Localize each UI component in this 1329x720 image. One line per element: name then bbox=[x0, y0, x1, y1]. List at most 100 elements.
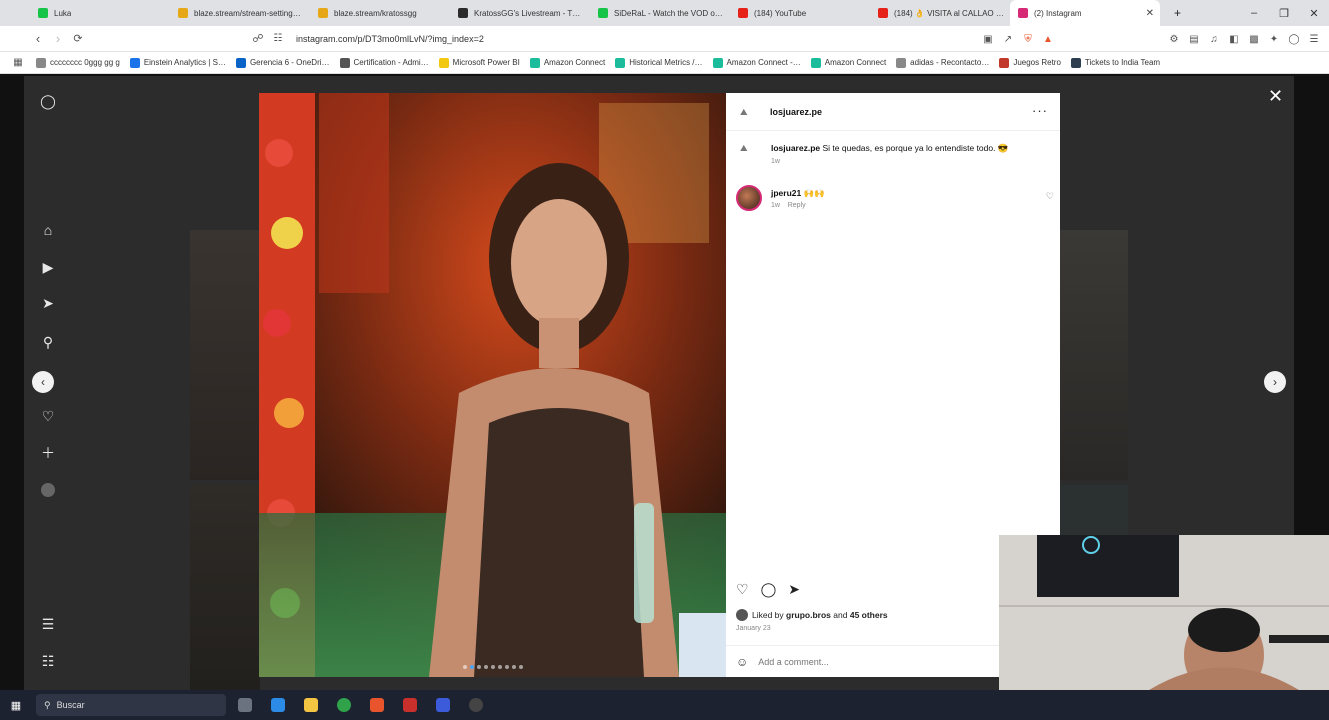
taskbar-search[interactable]: ⚲ Buscar bbox=[36, 694, 226, 716]
browser-tab[interactable]: blaze.stream/stream-settings/… bbox=[170, 0, 310, 26]
share-icon[interactable]: ↗ bbox=[1001, 32, 1015, 46]
app-icon[interactable] bbox=[396, 694, 424, 716]
carousel-dot[interactable] bbox=[497, 665, 502, 669]
app-icon[interactable] bbox=[429, 694, 457, 716]
tab-favicon-icon bbox=[738, 8, 748, 18]
notifications-icon[interactable]: ♡ bbox=[40, 408, 56, 424]
edge-icon[interactable] bbox=[264, 694, 292, 716]
post-image[interactable] bbox=[259, 93, 726, 677]
bookmark-item[interactable]: Microsoft Power BI bbox=[438, 57, 520, 68]
like-icon[interactable]: ♡ bbox=[736, 581, 749, 598]
task-view-icon[interactable] bbox=[231, 694, 259, 716]
next-post-icon[interactable]: › bbox=[1264, 371, 1286, 393]
caption-author[interactable]: losjuarez.pe bbox=[771, 143, 820, 153]
close-window-icon[interactable]: ✕ bbox=[1299, 7, 1329, 20]
tab-title: KratossGG's Livestream - The … bbox=[474, 8, 584, 18]
bookmark-item[interactable]: Tickets to India Team bbox=[1070, 57, 1160, 68]
carousel-dot[interactable] bbox=[476, 665, 481, 669]
apps-icon[interactable]: ▦ bbox=[0, 57, 36, 68]
reply-button[interactable]: Reply bbox=[788, 202, 806, 209]
comment-author[interactable]: jperu21 🙌🙌 bbox=[771, 188, 825, 199]
previous-post-icon[interactable]: ‹ bbox=[32, 371, 54, 393]
create-icon[interactable]: ＋ bbox=[40, 445, 56, 461]
background-post bbox=[1060, 230, 1128, 480]
rewards-icon[interactable]: ▲ bbox=[1041, 32, 1055, 46]
carousel-dot[interactable] bbox=[469, 665, 474, 669]
brave-shield-icon[interactable]: ⛨ bbox=[1021, 32, 1035, 46]
search-icon[interactable]: ⚲ bbox=[40, 334, 56, 350]
bookmark-icon[interactable]: ☍ bbox=[248, 32, 268, 45]
bookmark-item[interactable]: Gerencia 6 - OneDri… bbox=[235, 57, 330, 68]
bookmark-item[interactable]: Historical Metrics /… bbox=[615, 57, 703, 68]
comment-icon[interactable]: ◯ bbox=[761, 581, 777, 598]
carousel-dot[interactable] bbox=[511, 665, 516, 669]
browser-tab[interactable]: SiDeRaL - Watch the VOD on … bbox=[590, 0, 730, 26]
leo-icon[interactable]: ✦ bbox=[1267, 32, 1281, 46]
bookmark-item[interactable]: Juegos Retro bbox=[999, 57, 1061, 68]
comment-input[interactable] bbox=[758, 656, 979, 667]
avatar[interactable] bbox=[736, 185, 762, 211]
wallet-icon[interactable]: ▩ bbox=[1247, 32, 1261, 46]
bookmark-item[interactable]: Amazon Connect -… bbox=[712, 57, 801, 68]
reload-icon[interactable]: ⟳ bbox=[68, 32, 88, 45]
file-explorer-icon[interactable] bbox=[297, 694, 325, 716]
close-tab-icon[interactable]: ✕ bbox=[1140, 8, 1154, 19]
forward-icon[interactable]: › bbox=[48, 31, 68, 46]
browser-tab[interactable]: (184) YouTube bbox=[730, 0, 870, 26]
start-icon[interactable]: ▦ bbox=[0, 699, 32, 712]
bookmark-item[interactable]: Einstein Analytics | S… bbox=[129, 57, 226, 68]
account-logo-icon[interactable]: ⛰ bbox=[740, 107, 754, 117]
threads-icon[interactable]: ☷ bbox=[40, 653, 56, 669]
reels-icon[interactable]: ▶ bbox=[40, 259, 56, 275]
emoji-icon[interactable]: ☺ bbox=[736, 655, 748, 669]
carousel-dot[interactable] bbox=[490, 665, 495, 669]
extensions-icon[interactable]: ⚙ bbox=[1167, 32, 1181, 46]
new-tab-icon[interactable]: + bbox=[1174, 6, 1181, 20]
site-info-icon[interactable]: ☷ bbox=[268, 33, 288, 44]
browser-tab[interactable]: blaze.stream/kratossgg bbox=[310, 0, 450, 26]
tab-favicon-icon bbox=[598, 8, 608, 18]
post-header: ⛰ losjuarez.pe ··· bbox=[726, 93, 1060, 131]
carousel-dot[interactable] bbox=[518, 665, 523, 669]
close-post-icon[interactable]: ✕ bbox=[1268, 86, 1283, 107]
post-author[interactable]: losjuarez.pe bbox=[770, 107, 822, 117]
instagram-logo-icon[interactable]: ◯ bbox=[40, 93, 56, 109]
restore-icon[interactable]: ❐ bbox=[1269, 7, 1299, 20]
tab-favicon-icon bbox=[458, 8, 468, 18]
share-icon[interactable]: ➤ bbox=[788, 581, 800, 598]
vpn-icon[interactable]: ◯ bbox=[1287, 32, 1301, 46]
account-logo-icon[interactable]: ⛰ bbox=[740, 143, 754, 153]
sidebar-icon[interactable]: ▤ bbox=[1187, 32, 1201, 46]
browser-tab[interactable]: (2) Instagram ✕ bbox=[1010, 0, 1160, 26]
url-field[interactable]: instagram.com/p/DT3mo0mlLvN/?img_index=2 bbox=[296, 34, 484, 44]
more-options-icon[interactable]: ··· bbox=[1032, 103, 1048, 118]
post-date[interactable]: January 23 bbox=[736, 625, 771, 632]
more-menu-icon[interactable]: ☰ bbox=[40, 616, 56, 632]
browser-tab[interactable]: Luka bbox=[30, 0, 170, 26]
bookmark-item[interactable]: cccccccc 0ggg gg g bbox=[36, 57, 120, 68]
bookmark-item[interactable]: Certification - Admi… bbox=[339, 57, 429, 68]
carousel-dot[interactable] bbox=[483, 665, 488, 669]
cast-icon[interactable]: ▣ bbox=[981, 32, 995, 46]
panel-icon[interactable]: ◧ bbox=[1227, 32, 1241, 46]
browser-tab[interactable]: KratossGG's Livestream - The … bbox=[450, 0, 590, 26]
like-comment-icon[interactable]: ♡ bbox=[1046, 191, 1054, 202]
profile-avatar-icon[interactable] bbox=[40, 482, 56, 498]
chrome-icon[interactable] bbox=[330, 694, 358, 716]
brave-icon[interactable] bbox=[363, 694, 391, 716]
back-icon[interactable]: ‹ bbox=[28, 31, 48, 46]
minimize-icon[interactable]: – bbox=[1239, 7, 1269, 19]
bookmark-item[interactable]: adidas - Recontacto… bbox=[896, 57, 989, 68]
messages-icon[interactable]: ➤ bbox=[40, 295, 56, 311]
music-icon[interactable]: ♫ bbox=[1207, 32, 1221, 46]
menu-icon[interactable]: ☰ bbox=[1307, 32, 1321, 46]
browser-tab[interactable]: (184) 👌 VISITA al CALLAO 😎 bbox=[870, 0, 1010, 26]
bookmark-item[interactable]: Amazon Connect bbox=[810, 57, 886, 68]
carousel-dot[interactable] bbox=[504, 665, 509, 669]
bookmark-item[interactable]: Amazon Connect bbox=[529, 57, 605, 68]
liked-by-user[interactable]: grupo.bros bbox=[786, 610, 831, 620]
obs-icon[interactable] bbox=[462, 694, 490, 716]
liked-by-others[interactable]: 45 others bbox=[850, 610, 888, 620]
carousel-dot[interactable] bbox=[462, 665, 467, 669]
home-icon[interactable]: ⌂ bbox=[40, 222, 56, 238]
